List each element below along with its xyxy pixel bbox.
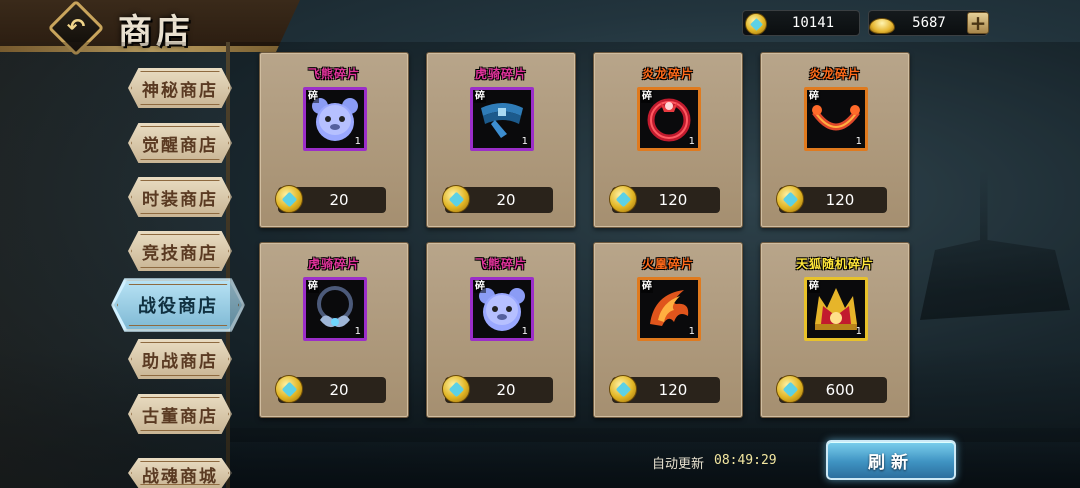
item-icon-frame[interactable]: 碎1 [470,87,534,151]
fragment-tag: 碎 [808,91,820,103]
diamond-coin-icon [442,375,470,403]
shop-item-card[interactable]: 飞熊碎片碎 1 20 [426,242,576,418]
item-quantity: 1 [688,326,695,337]
fragment-tag: 碎 [307,91,319,103]
shop-item-card[interactable]: 火凰碎片碎 1 120 [593,242,743,418]
diamond-coin-icon [442,185,470,213]
shop-item-card[interactable]: 炎龙碎片碎 1 120 [760,52,910,228]
item-quantity: 1 [354,136,361,147]
sidebar-item-antique-shop[interactable]: 古董商店 [128,394,232,434]
item-icon-frame[interactable]: 碎1 [303,277,367,341]
diamond-coin-icon [609,375,637,403]
shop-item-card[interactable]: 虎骑碎片碎 1 20 [259,242,409,418]
item-name: 虎骑碎片 [474,67,527,81]
diamond-coin-icon [776,185,804,213]
diamond-coin-icon [609,185,637,213]
fragment-tag: 碎 [641,91,653,103]
item-name: 炎龙碎片 [808,67,861,81]
item-name: 炎龙碎片 [641,67,694,81]
item-icon-frame[interactable]: 碎1 [804,277,868,341]
item-name: 飞熊碎片 [307,67,360,81]
fragment-tag: 碎 [474,281,486,293]
item-name: 天狐随机碎片 [795,257,874,271]
item-quantity: 1 [855,326,862,337]
add-gold-button[interactable]: + [967,12,989,34]
diamond-coin-icon [741,9,771,39]
shop-item-card[interactable]: 天狐随机碎片碎 1 600 [760,242,910,418]
gems-counter: 10141 [742,10,860,36]
item-quantity: 1 [521,326,528,337]
sidebar-item-fashion-shop[interactable]: 时装商店 [128,177,232,217]
item-name: 虎骑碎片 [307,257,360,271]
sidebar-item-awaken-shop[interactable]: 觉醒商店 [128,123,232,163]
item-name: 飞熊碎片 [474,257,527,271]
item-icon-frame[interactable]: 碎1 [637,87,701,151]
shop-item-card[interactable]: 炎龙碎片碎 1 120 [593,52,743,228]
sidebar-item-campaign-shop[interactable]: 战役商店 [114,281,242,329]
fragment-tag: 碎 [808,281,820,293]
item-icon-frame[interactable]: 碎1 [804,87,868,151]
sidebar-item-soul-shop[interactable]: 战魂商城 [128,458,232,488]
sidebar-item-arena-shop[interactable]: 竞技商店 [128,231,232,271]
diamond-coin-icon [776,375,804,403]
item-icon-frame[interactable]: 碎1 [470,277,534,341]
diamond-coin-icon [275,185,303,213]
shop-item-card[interactable]: 飞熊碎片碎 1 20 [259,52,409,228]
gold-counter: 5687 + [867,9,989,39]
back-arrow-icon: ↶ [66,15,86,40]
sidebar-item-support-shop[interactable]: 助战商店 [128,339,232,379]
gold-ingot-icon [867,9,897,39]
sidebar-item-mystery-shop[interactable]: 神秘商店 [128,68,232,108]
shop-item-card[interactable]: 虎骑碎片碎 1 20 [426,52,576,228]
fragment-tag: 碎 [474,91,486,103]
item-icon-frame[interactable]: 碎1 [303,87,367,151]
item-quantity: 1 [688,136,695,147]
auto-refresh-label: 自动更新 [652,457,705,472]
item-icon-frame[interactable]: 碎1 [637,277,701,341]
fragment-tag: 碎 [641,281,653,293]
item-quantity: 1 [354,326,361,337]
item-quantity: 1 [855,136,862,147]
fragment-tag: 碎 [307,281,319,293]
item-name: 火凰碎片 [641,257,694,271]
auto-refresh-timer: 08:49:29 [714,453,777,468]
diamond-coin-icon [275,375,303,403]
item-quantity: 1 [521,136,528,147]
refresh-button[interactable]: 刷新 [826,440,956,480]
